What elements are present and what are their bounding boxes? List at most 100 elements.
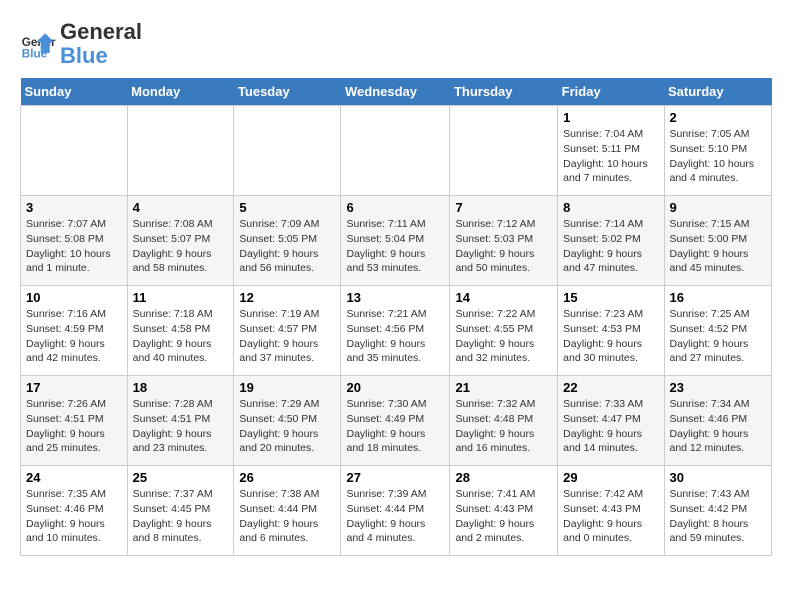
day-info: Sunrise: 7:35 AMSunset: 4:46 PMDaylight:… (26, 487, 122, 546)
calendar-cell: 1 Sunrise: 7:04 AMSunset: 5:11 PMDaylight… (558, 106, 664, 196)
day-number: 19 (239, 380, 335, 395)
day-number: 9 (670, 200, 767, 215)
day-number: 17 (26, 380, 122, 395)
day-number: 23 (670, 380, 767, 395)
calendar-cell: 23 Sunrise: 7:34 AMSunset: 4:46 PMDayligh… (664, 376, 772, 466)
calendar-week-row: 10Sunrise: 7:16 AMSunset: 4:59 PMDayligh… (21, 286, 772, 376)
day-info: Sunrise: 7:11 AMSunset: 5:04 PMDaylight:… (346, 217, 444, 276)
day-number: 24 (26, 470, 122, 485)
weekday-header-friday: Friday (558, 78, 664, 106)
calendar-cell: 29 Sunrise: 7:42 AMSunset: 4:43 PMDayligh… (558, 466, 664, 556)
day-number: 14 (455, 290, 552, 305)
day-number: 11 (133, 290, 229, 305)
day-info: Sunrise: 7:30 AMSunset: 4:49 PMDaylight:… (346, 397, 444, 456)
day-info: Sunrise: 7:16 AMSunset: 4:59 PMDaylight:… (26, 307, 122, 366)
calendar-cell: 28Sunrise: 7:41 AMSunset: 4:43 PMDayligh… (450, 466, 558, 556)
day-info: Sunrise: 7:07 AMSunset: 5:08 PMDaylight:… (26, 217, 122, 276)
day-number: 4 (133, 200, 229, 215)
calendar-cell: 7 Sunrise: 7:12 AMSunset: 5:03 PMDaylight… (450, 196, 558, 286)
calendar-cell: 25 Sunrise: 7:37 AMSunset: 4:45 PMDayligh… (127, 466, 234, 556)
day-info: Sunrise: 7:34 AMSunset: 4:46 PMDaylight:… (670, 397, 767, 456)
day-info: Sunrise: 7:42 AMSunset: 4:43 PMDaylight:… (563, 487, 658, 546)
day-info: Sunrise: 7:04 AMSunset: 5:11 PMDaylight:… (563, 127, 658, 186)
logo-icon: General Blue (20, 26, 56, 62)
calendar-cell: 8 Sunrise: 7:14 AMSunset: 5:02 PMDaylight… (558, 196, 664, 286)
day-info: Sunrise: 7:14 AMSunset: 5:02 PMDaylight:… (563, 217, 658, 276)
calendar-cell: 22 Sunrise: 7:33 AMSunset: 4:47 PMDayligh… (558, 376, 664, 466)
day-info: Sunrise: 7:33 AMSunset: 4:47 PMDaylight:… (563, 397, 658, 456)
calendar-cell (450, 106, 558, 196)
day-info: Sunrise: 7:43 AMSunset: 4:42 PMDaylight:… (670, 487, 767, 546)
logo-text: General Blue (60, 20, 142, 68)
day-info: Sunrise: 7:18 AMSunset: 4:58 PMDaylight:… (133, 307, 229, 366)
day-number: 5 (239, 200, 335, 215)
calendar-cell: 4 Sunrise: 7:08 AMSunset: 5:07 PMDaylight… (127, 196, 234, 286)
calendar-cell: 21 Sunrise: 7:32 AMSunset: 4:48 PMDayligh… (450, 376, 558, 466)
calendar-cell: 12 Sunrise: 7:19 AMSunset: 4:57 PMDayligh… (234, 286, 341, 376)
calendar-week-row: 17Sunrise: 7:26 AMSunset: 4:51 PMDayligh… (21, 376, 772, 466)
calendar-week-row: 1 Sunrise: 7:04 AMSunset: 5:11 PMDaylight… (21, 106, 772, 196)
day-info: Sunrise: 7:21 AMSunset: 4:56 PMDaylight:… (346, 307, 444, 366)
calendar-cell (21, 106, 128, 196)
day-info: Sunrise: 7:08 AMSunset: 5:07 PMDaylight:… (133, 217, 229, 276)
calendar-header-row: SundayMondayTuesdayWednesdayThursdayFrid… (21, 78, 772, 106)
day-number: 27 (346, 470, 444, 485)
day-number: 8 (563, 200, 658, 215)
calendar-cell: 6 Sunrise: 7:11 AMSunset: 5:04 PMDaylight… (341, 196, 450, 286)
day-number: 1 (563, 110, 658, 125)
day-info: Sunrise: 7:22 AMSunset: 4:55 PMDaylight:… (455, 307, 552, 366)
calendar-cell: 14 Sunrise: 7:22 AMSunset: 4:55 PMDayligh… (450, 286, 558, 376)
calendar-week-row: 24 Sunrise: 7:35 AMSunset: 4:46 PMDayligh… (21, 466, 772, 556)
calendar-cell: 18 Sunrise: 7:28 AMSunset: 4:51 PMDayligh… (127, 376, 234, 466)
weekday-header-sunday: Sunday (21, 78, 128, 106)
day-number: 21 (455, 380, 552, 395)
day-info: Sunrise: 7:25 AMSunset: 4:52 PMDaylight:… (670, 307, 767, 366)
day-info: Sunrise: 7:37 AMSunset: 4:45 PMDaylight:… (133, 487, 229, 546)
day-info: Sunrise: 7:05 AMSunset: 5:10 PMDaylight:… (670, 127, 767, 186)
day-info: Sunrise: 7:15 AMSunset: 5:00 PMDaylight:… (670, 217, 767, 276)
day-number: 6 (346, 200, 444, 215)
day-info: Sunrise: 7:32 AMSunset: 4:48 PMDaylight:… (455, 397, 552, 456)
logo: General Blue General Blue (20, 20, 142, 68)
day-info: Sunrise: 7:29 AMSunset: 4:50 PMDaylight:… (239, 397, 335, 456)
day-info: Sunrise: 7:19 AMSunset: 4:57 PMDaylight:… (239, 307, 335, 366)
calendar-cell: 15 Sunrise: 7:23 AMSunset: 4:53 PMDayligh… (558, 286, 664, 376)
day-number: 20 (346, 380, 444, 395)
weekday-header-saturday: Saturday (664, 78, 772, 106)
calendar-cell: 17Sunrise: 7:26 AMSunset: 4:51 PMDayligh… (21, 376, 128, 466)
day-number: 29 (563, 470, 658, 485)
calendar-cell: 13 Sunrise: 7:21 AMSunset: 4:56 PMDayligh… (341, 286, 450, 376)
calendar-week-row: 3Sunrise: 7:07 AMSunset: 5:08 PMDaylight… (21, 196, 772, 286)
calendar-cell: 5 Sunrise: 7:09 AMSunset: 5:05 PMDaylight… (234, 196, 341, 286)
day-number: 22 (563, 380, 658, 395)
day-number: 30 (670, 470, 767, 485)
day-number: 16 (670, 290, 767, 305)
calendar-table: SundayMondayTuesdayWednesdayThursdayFrid… (20, 78, 772, 556)
calendar-cell: 26Sunrise: 7:38 AMSunset: 4:44 PMDayligh… (234, 466, 341, 556)
page-header: General Blue General Blue (20, 20, 772, 68)
day-number: 2 (670, 110, 767, 125)
calendar-cell: 20 Sunrise: 7:30 AMSunset: 4:49 PMDayligh… (341, 376, 450, 466)
weekday-header-tuesday: Tuesday (234, 78, 341, 106)
day-info: Sunrise: 7:39 AMSunset: 4:44 PMDaylight:… (346, 487, 444, 546)
calendar-cell (127, 106, 234, 196)
day-number: 18 (133, 380, 229, 395)
calendar-cell: 3Sunrise: 7:07 AMSunset: 5:08 PMDaylight… (21, 196, 128, 286)
day-number: 13 (346, 290, 444, 305)
day-number: 25 (133, 470, 229, 485)
calendar-cell: 2 Sunrise: 7:05 AMSunset: 5:10 PMDaylight… (664, 106, 772, 196)
day-info: Sunrise: 7:09 AMSunset: 5:05 PMDaylight:… (239, 217, 335, 276)
day-number: 12 (239, 290, 335, 305)
day-info: Sunrise: 7:23 AMSunset: 4:53 PMDaylight:… (563, 307, 658, 366)
weekday-header-monday: Monday (127, 78, 234, 106)
day-number: 7 (455, 200, 552, 215)
calendar-cell (341, 106, 450, 196)
day-number: 15 (563, 290, 658, 305)
day-number: 26 (239, 470, 335, 485)
day-info: Sunrise: 7:12 AMSunset: 5:03 PMDaylight:… (455, 217, 552, 276)
day-info: Sunrise: 7:28 AMSunset: 4:51 PMDaylight:… (133, 397, 229, 456)
weekday-header-thursday: Thursday (450, 78, 558, 106)
day-number: 28 (455, 470, 552, 485)
calendar-cell: 11 Sunrise: 7:18 AMSunset: 4:58 PMDayligh… (127, 286, 234, 376)
calendar-cell: 24 Sunrise: 7:35 AMSunset: 4:46 PMDayligh… (21, 466, 128, 556)
